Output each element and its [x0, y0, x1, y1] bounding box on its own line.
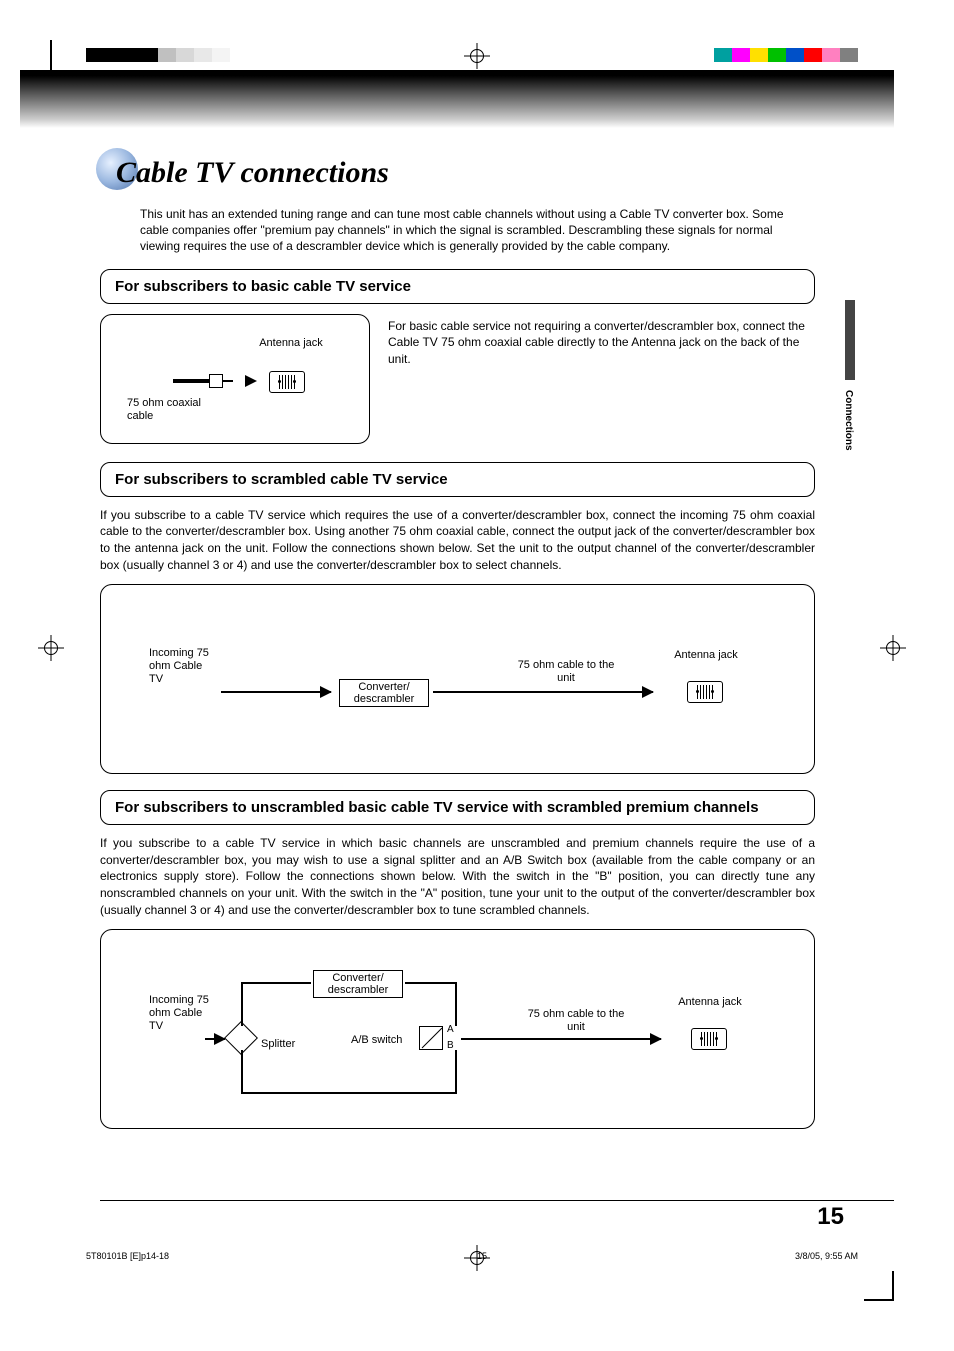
ab-switch-box — [419, 1026, 443, 1050]
line — [241, 1050, 243, 1094]
arrow-line — [433, 691, 653, 693]
label-splitter: Splitter — [261, 1038, 295, 1051]
page-title: Cable TV connections — [100, 150, 815, 190]
label-b: B — [447, 1040, 454, 1052]
page-number: 15 — [817, 1203, 844, 1231]
crop-mark — [50, 40, 52, 70]
arrow-line — [461, 1038, 661, 1040]
label-antenna-jack: Antenna jack — [675, 996, 745, 1009]
section-title: For subscribers to scrambled cable TV se… — [115, 471, 800, 488]
title-wrap: Cable TV connections — [100, 150, 815, 200]
label-to-unit: 75 ohm cable to the unit — [521, 1008, 631, 1034]
section-tab: Connections — [845, 330, 857, 450]
section-paragraph: For basic cable service not requiring a … — [388, 314, 815, 444]
line — [241, 982, 311, 984]
section-title: For subscribers to basic cable TV servic… — [115, 278, 800, 295]
converter-box: Converter/ descrambler — [339, 679, 429, 707]
footer-date: 3/8/05, 9:55 AM — [795, 1251, 858, 1261]
grayscale-swatch-bar — [86, 48, 302, 62]
arrow-icon — [245, 375, 257, 387]
label-ab-switch: A/B switch — [351, 1034, 402, 1047]
diagram-basic-cable: Antenna jack 75 ohm coaxial cable — [100, 314, 370, 444]
label-a: A — [447, 1024, 454, 1036]
section-tab-label: Connections — [843, 390, 854, 451]
coax-cable-icon — [173, 374, 233, 388]
crop-mark — [892, 1271, 894, 1301]
intro-paragraph: This unit has an extended tuning range a… — [100, 206, 815, 255]
antenna-jack-icon — [691, 1028, 727, 1050]
line — [241, 1092, 457, 1094]
label-incoming: Incoming 75 ohm Cable TV — [149, 994, 219, 1034]
line — [241, 982, 243, 1026]
diagram-scrambled-cable: Incoming 75 ohm Cable TV Converter/ desc… — [100, 584, 815, 774]
antenna-jack-icon — [269, 371, 305, 393]
arrow-line — [221, 691, 331, 693]
label-incoming: Incoming 75 ohm Cable TV — [149, 647, 219, 687]
arrow-line — [205, 1038, 225, 1040]
registration-mark-icon — [880, 635, 906, 661]
section-heading-basic: For subscribers to basic cable TV servic… — [100, 269, 815, 304]
header-gradient — [20, 70, 894, 128]
label-antenna-jack: Antenna jack — [671, 649, 741, 662]
diagram-splitter-ab: Incoming 75 ohm Cable TV Splitter Conver… — [100, 929, 815, 1129]
line — [455, 982, 457, 1026]
page-content: Connections Cable TV connections This un… — [100, 150, 815, 1145]
label-coax-cable: 75 ohm coaxial cable — [127, 397, 217, 423]
line — [405, 982, 455, 984]
footer-file: 5T80101B [E]p14-18 — [86, 1251, 169, 1261]
section-heading-unscrambled-premium: For subscribers to unscrambled basic cab… — [100, 790, 815, 825]
registration-mark-icon — [38, 635, 64, 661]
registration-mark-icon — [464, 43, 490, 69]
label-antenna-jack: Antenna jack — [251, 337, 331, 350]
section-title: For subscribers to unscrambled basic cab… — [115, 799, 800, 816]
antenna-jack-icon — [687, 681, 723, 703]
label-to-unit: 75 ohm cable to the unit — [511, 659, 621, 685]
print-footer: 5T80101B [E]p14-18 15 3/8/05, 9:55 AM — [86, 1251, 858, 1261]
crop-mark — [864, 1299, 894, 1301]
section-heading-scrambled: For subscribers to scrambled cable TV se… — [100, 462, 815, 497]
footer-rule — [100, 1200, 894, 1201]
color-swatch-bar — [714, 48, 858, 62]
line — [455, 1050, 457, 1094]
section-paragraph: If you subscribe to a cable TV service w… — [100, 507, 815, 574]
section-paragraph: If you subscribe to a cable TV service i… — [100, 835, 815, 919]
converter-box: Converter/ descrambler — [313, 970, 403, 998]
footer-page: 15 — [477, 1251, 487, 1261]
